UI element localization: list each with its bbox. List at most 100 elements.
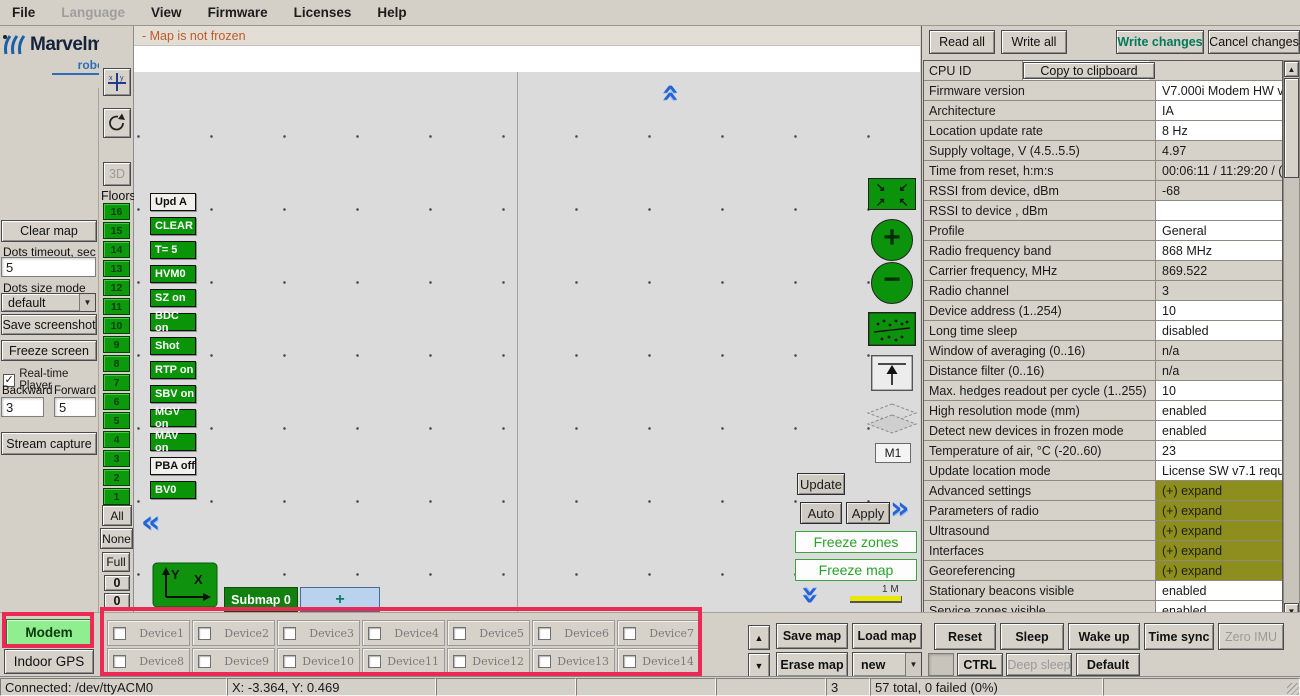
- floor-button-5[interactable]: 5: [103, 412, 130, 429]
- map-select[interactable]: new ▼: [852, 652, 922, 677]
- tab-modem[interactable]: Modem: [6, 619, 92, 645]
- floor-button-4[interactable]: 4: [103, 431, 130, 448]
- floor-zero-button-1[interactable]: 0: [104, 575, 130, 591]
- reset-button[interactable]: Reset: [934, 623, 996, 650]
- write-changes-button[interactable]: Write changes: [1116, 30, 1204, 54]
- wake-up-button[interactable]: Wake up: [1068, 623, 1140, 650]
- device-toggle-5[interactable]: Device5: [447, 620, 530, 646]
- add-submap-tab[interactable]: +: [300, 587, 380, 612]
- device-toggle-6[interactable]: Device6: [532, 620, 615, 646]
- device-toggle-9[interactable]: Device9: [192, 648, 275, 674]
- checkbox-icon[interactable]: [368, 627, 381, 640]
- ctrl-button[interactable]: CTRL: [957, 653, 1003, 676]
- param-value-parameters-of-radio[interactable]: (+) expand: [1156, 501, 1282, 520]
- floor-all-button[interactable]: All: [102, 505, 132, 526]
- floor-button-14[interactable]: 14: [103, 241, 130, 258]
- map-cmd-bv0[interactable]: BV0: [150, 481, 196, 499]
- device-toggle-2[interactable]: Device2: [192, 620, 275, 646]
- device-toggle-4[interactable]: Device4: [362, 620, 445, 646]
- pan-left-icon[interactable]: «: [141, 510, 160, 536]
- map-cmd-shot[interactable]: Shot: [150, 337, 196, 355]
- checkbox-icon[interactable]: [538, 627, 551, 640]
- deep-sleep-button[interactable]: Deep sleep: [1006, 653, 1072, 676]
- checkbox-icon[interactable]: [198, 627, 211, 640]
- stream-capture-button[interactable]: Stream capture: [1, 432, 97, 455]
- zoom-out-icon[interactable]: −: [871, 262, 913, 304]
- zoom-in-icon[interactable]: +: [871, 219, 913, 261]
- floor-full-button[interactable]: Full: [102, 552, 130, 572]
- floor-button-9[interactable]: 9: [103, 336, 130, 353]
- device-toggle-10[interactable]: Device10: [277, 648, 360, 674]
- sleep-button[interactable]: Sleep: [1000, 623, 1064, 650]
- floor-button-7[interactable]: 7: [103, 374, 130, 391]
- floor-button-6[interactable]: 6: [103, 393, 130, 410]
- map-cmd-mav-on[interactable]: MAV on: [150, 433, 196, 451]
- freeze-map-button[interactable]: Freeze map: [795, 559, 917, 581]
- map-cmd-t-5[interactable]: T= 5: [150, 241, 196, 259]
- device-toggle-11[interactable]: Device11: [362, 648, 445, 674]
- map-canvas[interactable]: Upd ACLEART= 5HVM0SZ onBDC onShotRTP onS…: [134, 72, 920, 612]
- fit-screen-icon[interactable]: ↘↙ ↗↖: [868, 178, 916, 210]
- save-map-button[interactable]: Save map: [776, 623, 848, 649]
- write-all-button[interactable]: Write all: [1001, 30, 1067, 54]
- checkbox-icon[interactable]: [198, 655, 211, 668]
- time-sync-button[interactable]: Time sync: [1144, 623, 1214, 650]
- chevron-down-icon[interactable]: ▼: [905, 653, 921, 676]
- dots-view-icon[interactable]: [868, 312, 916, 346]
- checkbox-icon[interactable]: [623, 627, 636, 640]
- follow-arrow-icon[interactable]: [871, 355, 913, 391]
- zero-imu-button[interactable]: Zero IMU: [1218, 623, 1284, 650]
- forward-input[interactable]: 5: [54, 397, 96, 417]
- checkbox-icon[interactable]: [453, 627, 466, 640]
- pan-right-icon[interactable]: »: [890, 496, 909, 522]
- backward-input[interactable]: 3: [1, 397, 44, 417]
- floor-button-13[interactable]: 13: [103, 260, 130, 277]
- floor-zero-button-2[interactable]: 0: [104, 593, 130, 609]
- device-toggle-1[interactable]: Device1: [107, 620, 190, 646]
- scrollbar-thumb[interactable]: [1284, 78, 1299, 178]
- device-toggle-8[interactable]: Device8: [107, 648, 190, 674]
- floor-button-10[interactable]: 10: [103, 317, 130, 334]
- floor-button-16[interactable]: 16: [103, 203, 130, 220]
- map-cmd-pba-off[interactable]: PBA off: [150, 457, 196, 475]
- rotate-view-button[interactable]: [103, 108, 131, 138]
- checkbox-icon[interactable]: [283, 627, 296, 640]
- checkbox-icon[interactable]: [113, 655, 126, 668]
- floor-button-8[interactable]: 8: [103, 355, 130, 372]
- param-value-georeferencing[interactable]: (+) expand: [1156, 561, 1282, 580]
- map-cmd-sz-on[interactable]: SZ on: [150, 289, 196, 307]
- param-value-ultrasound[interactable]: (+) expand: [1156, 521, 1282, 540]
- pan-down-icon[interactable]: «: [797, 585, 823, 604]
- floor-button-11[interactable]: 11: [103, 298, 130, 315]
- checkbox-icon[interactable]: [623, 655, 636, 668]
- map-cmd-sbv-on[interactable]: SBV on: [150, 385, 196, 403]
- floor-button-12[interactable]: 12: [103, 279, 130, 296]
- freeze-screen-button[interactable]: Freeze screen: [1, 340, 97, 361]
- chevron-down-icon[interactable]: ▼: [79, 294, 95, 311]
- checkbox-icon[interactable]: [283, 655, 296, 668]
- parameters-scrollbar[interactable]: ▲ ▼: [1283, 60, 1300, 620]
- menu-view[interactable]: View: [151, 5, 182, 20]
- scroll-up-icon[interactable]: ▲: [1284, 61, 1299, 77]
- checkbox-icon[interactable]: [538, 655, 551, 668]
- map-cmd-hvm0[interactable]: HVM0: [150, 265, 196, 283]
- checkbox-icon[interactable]: [368, 655, 381, 668]
- auto-button[interactable]: Auto: [800, 502, 842, 524]
- param-value-interfaces[interactable]: (+) expand: [1156, 541, 1282, 560]
- freeze-zones-button[interactable]: Freeze zones: [795, 531, 917, 553]
- dots-timeout-input[interactable]: 5: [1, 257, 96, 277]
- menu-file[interactable]: File: [12, 5, 35, 20]
- layers-icon[interactable]: [866, 402, 918, 438]
- device-toggle-3[interactable]: Device3: [277, 620, 360, 646]
- map-cmd-upd-a[interactable]: Upd A: [150, 193, 196, 211]
- menu-firmware[interactable]: Firmware: [208, 5, 268, 20]
- menu-help[interactable]: Help: [377, 5, 406, 20]
- floor-button-15[interactable]: 15: [103, 222, 130, 239]
- cancel-changes-button[interactable]: Cancel changes: [1208, 30, 1300, 54]
- device-toggle-7[interactable]: Device7: [617, 620, 700, 646]
- checkbox-icon[interactable]: [113, 627, 126, 640]
- floor-button-2[interactable]: 2: [103, 469, 130, 486]
- device-toggle-12[interactable]: Device12: [447, 648, 530, 674]
- map-cmd-bdc-on[interactable]: BDC on: [150, 313, 196, 331]
- device-toggle-13[interactable]: Device13: [532, 648, 615, 674]
